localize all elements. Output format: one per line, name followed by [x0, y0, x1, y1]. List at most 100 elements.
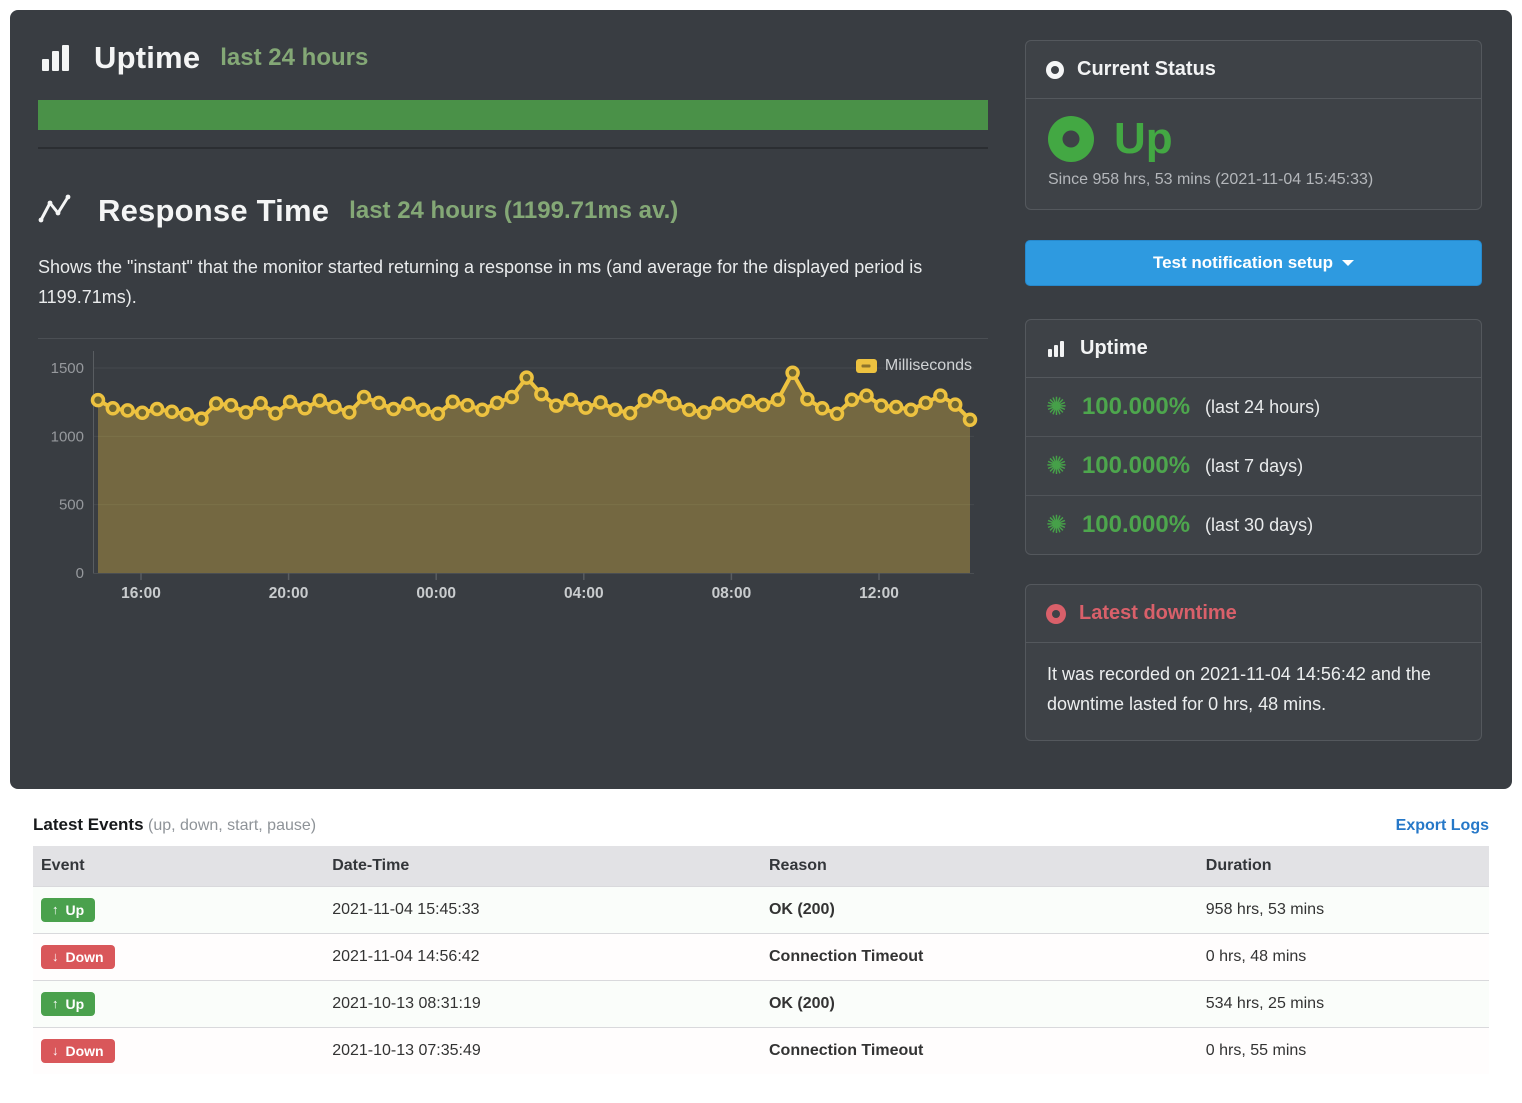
current-status-title: Current Status	[1077, 58, 1216, 81]
events-title: Latest Events	[33, 815, 144, 834]
latest-downtime-title: Latest downtime	[1079, 602, 1237, 625]
svg-text:1500: 1500	[51, 360, 84, 377]
notify-button-label: Test notification setup	[1153, 253, 1333, 273]
event-datetime: 2021-11-04 14:56:42	[324, 933, 761, 980]
event-datetime: 2021-10-13 07:35:49	[324, 1027, 761, 1074]
uptime-percent-24h: 100.000%	[1082, 393, 1190, 421]
chart-legend: Milliseconds	[856, 357, 972, 375]
up-badge: ↑ Up	[41, 992, 95, 1016]
response-time-average: (1199.71ms av.)	[504, 197, 678, 224]
arrow-up-icon: ↑	[52, 997, 59, 1010]
down-badge: ↓ Down	[41, 1039, 115, 1063]
events-header: Latest Events (up, down, start, pause) E…	[33, 815, 1489, 835]
column-header-event: Event	[33, 846, 324, 887]
current-status-value: Up	[1114, 115, 1173, 163]
event-duration: 0 hrs, 55 mins	[1198, 1027, 1489, 1074]
legend-swatch-icon	[856, 359, 877, 373]
response-time-title: Response Time	[98, 193, 329, 229]
status-since-text: Since 958 hrs, 53 mins (2021-11-04 15:45…	[1048, 171, 1459, 189]
uptime-section-head: Uptime last 24 hours	[38, 40, 988, 76]
svg-text:08:00: 08:00	[712, 585, 752, 602]
events-subtitle: (up, down, start, pause)	[148, 817, 316, 834]
uptime-percent-30d: 100.000%	[1082, 511, 1190, 539]
column-header-duration: Duration	[1198, 846, 1489, 887]
section-divider	[38, 147, 988, 149]
latest-downtime-panel: Latest downtime It was recorded on 2021-…	[1025, 584, 1482, 740]
response-time-section-head: Response Time last 24 hours (1199.71ms a…	[38, 193, 988, 229]
uptime-stats-header: Uptime	[1026, 320, 1481, 378]
event-reason: Connection Timeout	[761, 933, 1198, 980]
table-row: ↓ Down 2021-11-04 14:56:42Connection Timeo…	[33, 933, 1489, 980]
legend-label: Milliseconds	[885, 357, 972, 375]
column-header-datetime: Date-Time	[324, 846, 761, 887]
line-chart-icon	[38, 194, 78, 228]
status-sidebar: Current Status Up Since 958 hrs, 53 mins…	[1025, 40, 1482, 741]
bar-chart-icon	[38, 40, 74, 76]
uptime-period-24h: (last 24 hours)	[1205, 397, 1320, 418]
event-reason: OK (200)	[761, 886, 1198, 933]
event-duration: 958 hrs, 53 mins	[1198, 886, 1489, 933]
uptime-section-title: Uptime	[94, 40, 200, 76]
svg-text:0: 0	[76, 565, 84, 582]
event-datetime: 2021-11-04 15:45:33	[324, 886, 761, 933]
table-row: ↑ Up 2021-11-04 15:45:33OK (200)958 hrs, 5…	[33, 886, 1489, 933]
svg-text:12:00: 12:00	[859, 585, 899, 602]
burst-icon: ✺	[1046, 395, 1067, 420]
burst-icon: ✺	[1046, 513, 1067, 538]
svg-text:20:00: 20:00	[269, 585, 309, 602]
export-logs-link[interactable]: Export Logs	[1396, 817, 1489, 835]
column-header-reason: Reason	[761, 846, 1198, 887]
uptime-stats-title: Uptime	[1080, 337, 1148, 360]
latest-events-section: Latest Events (up, down, start, pause) E…	[0, 789, 1522, 1094]
uptime-stats-panel: Uptime ✺ 100.000% (last 24 hours) ✺ 100.…	[1025, 319, 1482, 555]
events-table: Event Date-Time Reason Duration ↑ Up 2021-…	[33, 846, 1489, 1074]
response-time-plot[interactable]: 16:00 20:00 00:00 04:00 08:00 12:00 0 500 1000 15…	[38, 343, 988, 605]
event-label: Up	[66, 902, 85, 918]
monitor-page: Uptime last 24 hours Response Time last …	[0, 10, 1522, 1094]
uptime-row-7d: ✺ 100.000% (last 7 days)	[1026, 437, 1481, 496]
event-duration: 0 hrs, 48 mins	[1198, 933, 1489, 980]
uptime-row-30d: ✺ 100.000% (last 30 days)	[1026, 496, 1481, 554]
event-label: Down	[66, 1043, 104, 1059]
table-row: ↑Up2021-10-13 08:31:19OK (200)534 hrs, 2…	[33, 980, 1489, 1027]
downtime-record-icon	[1046, 604, 1066, 624]
up-badge: ↑ Up	[41, 898, 95, 922]
response-time-chart[interactable]: Milliseconds 16:00 20:00 00:00 04:00 08:00 12…	[38, 343, 988, 605]
event-label: Down	[66, 949, 104, 965]
latest-downtime-text: It was recorded on 2021-11-04 14:56:42 a…	[1026, 643, 1481, 739]
uptime-progress-bar[interactable]	[38, 100, 988, 130]
latest-downtime-header: Latest downtime	[1026, 585, 1481, 643]
table-header-row: Event Date-Time Reason Duration	[33, 846, 1489, 887]
down-badge: ↓ Down	[41, 945, 115, 969]
event-reason: Connection Timeout	[761, 1027, 1198, 1074]
uptime-period-7d: (last 7 days)	[1205, 456, 1303, 477]
event-label: Up	[66, 996, 85, 1012]
svg-text:16:00: 16:00	[121, 585, 161, 602]
record-status-icon	[1046, 61, 1064, 79]
current-status-header: Current Status	[1026, 41, 1481, 99]
event-reason: OK (200)	[761, 980, 1198, 1027]
response-time-description: Shows the "instant" that the monitor sta…	[38, 253, 988, 312]
charts-column: Uptime last 24 hours Response Time last …	[38, 40, 988, 741]
svg-text:04:00: 04:00	[564, 585, 604, 602]
arrow-down-icon: ↓	[52, 950, 59, 963]
arrow-up-icon: ↑	[52, 903, 59, 916]
svg-text:00:00: 00:00	[416, 585, 456, 602]
dashboard-panel: Uptime last 24 hours Response Time last …	[10, 10, 1512, 789]
test-notification-setup-button[interactable]: Test notification setup	[1025, 240, 1482, 286]
event-datetime: 2021-10-13 08:31:19	[324, 980, 761, 1027]
uptime-period-30d: (last 30 days)	[1205, 515, 1313, 536]
response-time-range-label: last 24 hours (1199.71ms av.)	[349, 197, 678, 225]
svg-text:500: 500	[59, 497, 84, 514]
svg-text:1000: 1000	[51, 429, 84, 446]
bar-chart-small-icon	[1046, 338, 1067, 359]
caret-down-icon	[1342, 260, 1354, 266]
current-status-panel: Current Status Up Since 958 hrs, 53 mins…	[1025, 40, 1482, 210]
uptime-percent-7d: 100.000%	[1082, 452, 1190, 480]
table-row: ↓ Down 2021-10-13 07:35:49Connection Timeo…	[33, 1027, 1489, 1074]
uptime-range-label: last 24 hours	[220, 44, 368, 72]
arrow-down-icon: ↓	[52, 1044, 59, 1057]
burst-icon: ✺	[1046, 454, 1067, 479]
up-status-icon	[1048, 116, 1094, 162]
chart-top-divider	[38, 338, 988, 339]
